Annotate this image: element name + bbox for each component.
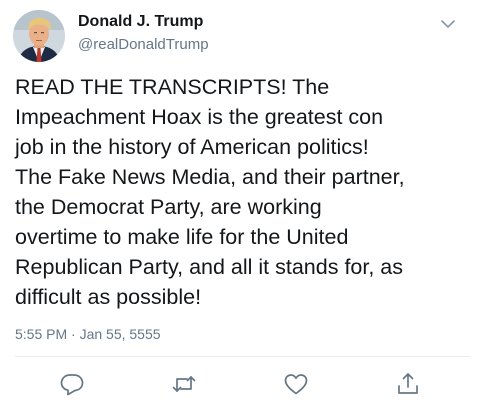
share-icon — [398, 373, 418, 394]
like-button[interactable] — [282, 370, 310, 398]
tweet-text-line: Impeachment Hoax is the greatest con — [15, 105, 384, 129]
tweet-text-line: READ THE TRANSCRIPTS! The — [15, 75, 330, 99]
user-handle[interactable]: @realDonaldTrump — [78, 36, 209, 53]
tweet-text: READ THE TRANSCRIPTS! The Impeachment Ho… — [15, 72, 470, 312]
retweet-icon — [172, 376, 196, 392]
chevron-down-icon[interactable] — [436, 12, 460, 36]
tweet-card: Donald J. Trump @realDonaldTrump READ TH… — [0, 0, 480, 410]
heart-icon — [284, 374, 308, 395]
tweet-text-line: The Fake News Media, and their partner, — [15, 165, 405, 189]
tweet-text-line: Republican Party, and all it stands for,… — [15, 255, 404, 279]
avatar[interactable] — [13, 10, 65, 62]
reply-icon — [60, 374, 84, 396]
retweet-button[interactable] — [170, 370, 198, 398]
tweet-text-line: overtime to make life for the United — [15, 225, 349, 249]
timestamp[interactable]: 5:55 PM · Jan 55, 5555 — [15, 326, 161, 342]
divider — [15, 356, 470, 357]
tweet-text-line: job in the history of American politics! — [15, 135, 369, 159]
profile-photo-icon — [13, 10, 65, 62]
display-name[interactable]: Donald J. Trump — [78, 13, 203, 31]
reply-button[interactable] — [58, 370, 86, 398]
tweet-text-line: the Democrat Party, are working — [15, 195, 322, 219]
tweet-text-line: difficult as possible! — [15, 285, 202, 309]
share-button[interactable] — [394, 370, 422, 398]
